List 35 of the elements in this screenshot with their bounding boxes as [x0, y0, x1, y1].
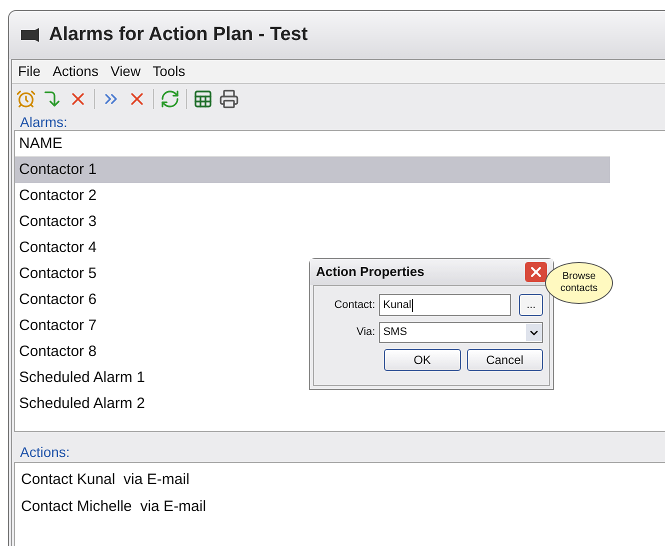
- list-row[interactable]: Contact Michelle via E-mail: [15, 494, 212, 521]
- menu-item[interactable]: Tools: [152, 61, 186, 82]
- refresh-icon[interactable]: [160, 89, 180, 109]
- list-row[interactable]: Contactor 1: [19, 158, 97, 182]
- menu-item[interactable]: View: [110, 61, 141, 82]
- list-row[interactable]: Scheduled Alarm 2: [19, 392, 145, 416]
- list-row[interactable]: Contactor 3: [19, 210, 97, 234]
- list-row[interactable]: Contactor 6: [19, 288, 97, 312]
- list-row[interactable]: Contactor 7: [19, 314, 97, 338]
- app-icon: [19, 28, 41, 42]
- list-row[interactable]: Contactor 8: [19, 340, 97, 364]
- menu-item[interactable]: Actions: [52, 61, 98, 82]
- list-row[interactable]: Contact Kunal via E-mail: [15, 467, 196, 494]
- field-label: Via:: [355, 325, 376, 340]
- window-title: Alarms for Action Plan - Test: [49, 22, 308, 47]
- dialog-button[interactable]: Cancel: [466, 349, 543, 371]
- list-row[interactable]: Contactor 5: [19, 262, 97, 286]
- dialog-title: Action Properties: [316, 263, 424, 282]
- printer-icon[interactable]: [219, 89, 239, 109]
- list-row[interactable]: Scheduled Alarm 1: [19, 366, 145, 390]
- menu-item[interactable]: File: [18, 61, 41, 82]
- arrow-icon[interactable]: [42, 89, 62, 109]
- list-row[interactable]: Contactor 2: [19, 184, 97, 208]
- contact-field[interactable]: Kunal: [379, 294, 512, 316]
- field-label: Contact:: [333, 298, 376, 313]
- close-button[interactable]: [525, 262, 547, 282]
- close-icon: [528, 264, 544, 280]
- dialog-button[interactable]: OK: [384, 349, 460, 371]
- via-dropdown[interactable]: SMS: [379, 322, 543, 343]
- group-label: Alarms:: [19, 114, 68, 130]
- group-label: Actions:: [19, 443, 71, 462]
- spreadsheet-icon[interactable]: [193, 89, 213, 109]
- list-row[interactable]: Contactor 4: [19, 236, 97, 260]
- alarm-clock-icon[interactable]: [16, 89, 36, 109]
- browse-button[interactable]: ...: [519, 294, 543, 316]
